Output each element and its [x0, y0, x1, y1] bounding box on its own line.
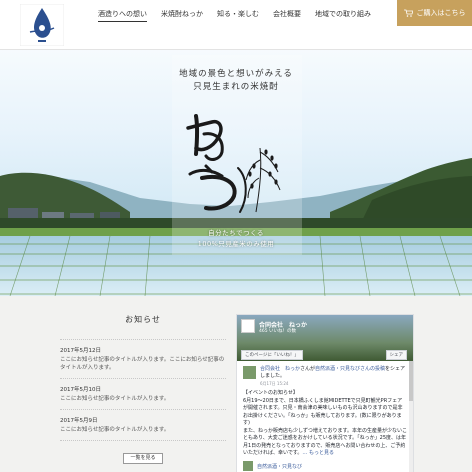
- news-item[interactable]: 2017年5月9日 ここにお知らせ記事のタイトルが入ります。: [60, 409, 226, 441]
- fb-scrollbar-thumb[interactable]: [409, 361, 413, 401]
- fb-post-header: 合同会社 ねっかさんが自然派酒・只見なびさんの投稿をシェアしました。 6月17日…: [243, 366, 407, 387]
- fb-post-time[interactable]: 6月17日 15:24: [260, 380, 407, 387]
- cart-icon: [403, 9, 413, 17]
- fb-next-post: 自然派酒・只見なび: [243, 461, 302, 471]
- news-title: お知らせ: [125, 315, 161, 324]
- nav-item-nekka[interactable]: 米焼酎ねっか: [161, 9, 203, 22]
- hero-tagline-line1: 地域の景色と想いがみえる: [179, 69, 293, 79]
- fb-cover-image: 合同会社 ねっか 465 いいね！の数 このページに「いいね！」 シェア: [237, 315, 413, 361]
- hero-bottom-line2: 100%只見産米のみ使用: [197, 240, 275, 248]
- fb-post-shared-link[interactable]: 自然派酒・只見なびさんの投稿: [315, 366, 385, 372]
- fb-post-body-heading: 【イベントのお知らせ】: [243, 390, 298, 396]
- fb-post-avatar[interactable]: [243, 366, 256, 379]
- hero-subcaption: 自分たちでつくる 100%只見産米のみ使用: [0, 228, 472, 250]
- fb-post-body-para2: また、ねっか販売店も少しずつ増えております。本年の生産量が少ないこともあり、大変…: [243, 427, 408, 457]
- news-item[interactable]: 2017年5月10日 ここにお知らせ記事のタイトルが入ります。: [60, 378, 226, 409]
- news-headline[interactable]: ここにお知らせ記事のタイトルが入ります。ここにお知らせ記事のタイトルが入ります。: [60, 356, 226, 372]
- fb-like-button-label: このページに「いいね！」: [245, 353, 299, 358]
- news-headline[interactable]: ここにお知らせ記事のタイトルが入ります。: [60, 395, 226, 403]
- fb-like-button[interactable]: このページに「いいね！」: [241, 350, 303, 360]
- fb-post-more-link[interactable]: … もっと見る: [302, 450, 334, 456]
- fb-post-body-para1: 6月19〜20日まで、日本橋ふくしま館MIDETTEで只見町観光PRフェアが開催…: [243, 397, 403, 427]
- fb-post-body: 【イベントのお知らせ】 6月19〜20日まで、日本橋ふくしま館MIDETTEで只…: [243, 390, 407, 458]
- lower-section: お知らせ 2017年5月12日 ここにお知らせ記事のタイトルが入ります。ここにお…: [0, 296, 472, 472]
- fb-share-button-label: シェア: [389, 353, 404, 358]
- facebook-widget: 合同会社 ねっか 465 いいね！の数 このページに「いいね！」 シェア 合同会…: [236, 314, 414, 472]
- fb-post-action-mid: さんが: [300, 366, 316, 372]
- site-header: 酒造りへの想い 米焼酎ねっか 知る・楽しむ 会社概要 地域での取り組み ご購入は…: [0, 0, 472, 50]
- news-date: 2017年5月10日: [60, 387, 101, 393]
- fb-scrollbar[interactable]: [409, 361, 413, 472]
- nav-item-learn-enjoy[interactable]: 知る・楽しむ: [217, 9, 259, 22]
- fb-post: 合同会社 ねっかさんが自然派酒・只見なびさんの投稿をシェアしました。 6月17日…: [237, 361, 413, 463]
- nav-item-philosophy[interactable]: 酒造りへの想い: [98, 9, 147, 22]
- fb-post-meta: 合同会社 ねっかさんが自然派酒・只見なびさんの投稿をシェアしました。 6月17日…: [260, 366, 407, 387]
- buy-button-label: ご購入はこちら: [416, 9, 466, 17]
- news-date: 2017年5月12日: [60, 348, 101, 354]
- news-headline[interactable]: ここにお知らせ記事のタイトルが入ります。: [60, 426, 226, 434]
- fb-next-post-author[interactable]: 自然派酒・只見なび: [257, 463, 302, 470]
- hero-bottom-line1: 自分たちでつくる: [208, 229, 264, 237]
- news-section: お知らせ 2017年5月12日 ここにお知らせ記事のタイトルが入ります。ここにお…: [60, 314, 226, 464]
- buy-button[interactable]: ご購入はこちら: [397, 0, 472, 26]
- fb-share-button[interactable]: シェア: [385, 350, 407, 360]
- news-date: 2017年5月9日: [60, 418, 98, 424]
- nav-item-community[interactable]: 地域での取り組み: [315, 9, 371, 22]
- fb-page-avatar[interactable]: [241, 319, 255, 333]
- main-nav: 酒造りへの想い 米焼酎ねっか 知る・楽しむ 会社概要 地域での取り組み: [98, 9, 371, 22]
- hero-tagline-line2: 只見生まれの米焼酎: [193, 82, 279, 92]
- nav-item-company[interactable]: 会社概要: [273, 9, 301, 22]
- fb-next-post-avatar[interactable]: [243, 461, 253, 471]
- nekka-logo-icon[interactable]: [20, 4, 64, 46]
- nekka-calligraphy-logo: [186, 114, 281, 213]
- fb-like-count: 465 いいね！の数: [259, 329, 297, 334]
- hero-tagline: 地域の景色と想いがみえる 只見生まれの米焼酎: [0, 68, 472, 94]
- news-more-button[interactable]: 一覧を見る: [123, 453, 163, 464]
- news-item[interactable]: 2017年5月12日 ここにお知らせ記事のタイトルが入ります。ここにお知らせ記事…: [60, 339, 226, 378]
- fb-post-author[interactable]: 合同会社 ねっか: [260, 366, 300, 372]
